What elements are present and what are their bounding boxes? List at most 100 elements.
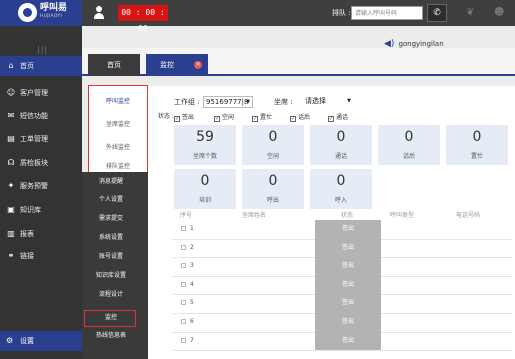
settings-menu-item[interactable]: 流程设计 <box>82 285 140 305</box>
report-icon: ▥ <box>7 229 15 238</box>
sidebar-item-label: 质检板块 <box>20 159 48 167</box>
row-checkbox[interactable] <box>181 300 186 306</box>
row-index: 2 <box>190 243 194 251</box>
stat-card: 0 呼入 <box>310 169 372 209</box>
settings-menu-item[interactable]: 个人设置 <box>82 190 140 210</box>
sidebar-item-label: 报表 <box>20 230 34 238</box>
status-checkbox-label: 通话 <box>336 114 349 121</box>
sidebar-item-alert[interactable]: ✦ 服务预警 <box>0 176 82 196</box>
status-checkbox[interactable]: ✓ 签出 <box>174 113 194 123</box>
agent-select[interactable]: 请选择 ▼ <box>303 96 353 108</box>
agent-filter-label: 坐席 : <box>274 98 293 106</box>
stat-value: 0 <box>472 129 482 145</box>
top-bar: 呼叫易 HUJIAOYI 00 : 00 : 00 排队 : 0 ✆ ❦ ☻ <box>0 0 515 33</box>
settings-menu-item[interactable]: 系统设置 <box>82 228 140 248</box>
close-tab-icon[interactable]: × <box>194 61 202 69</box>
sidebar-item-label: 设置 <box>20 337 34 345</box>
checkbox-checked-icon: ✓ <box>252 116 258 122</box>
tab-home[interactable]: 首页 <box>88 54 140 76</box>
row-checkbox[interactable] <box>181 244 186 250</box>
submenu-item[interactable]: 呼叫监控 <box>89 91 147 113</box>
stat-label: 呼出 <box>266 197 279 204</box>
dial-phone-button[interactable]: ✆ <box>427 4 447 22</box>
sidebar-item-label: 首页 <box>20 62 34 70</box>
row-status: 签出 <box>315 331 381 351</box>
row-index: 7 <box>190 336 194 344</box>
stat-value: 0 <box>336 173 346 189</box>
row-status: 签出 <box>315 294 381 313</box>
stat-value: 0 <box>200 173 210 189</box>
row-checkbox[interactable] <box>181 281 186 287</box>
agent-select-value: 请选择 <box>305 97 326 105</box>
table-header: 呼叫类型 <box>390 212 415 219</box>
settings-menu-item[interactable]: 需求提交 <box>82 209 140 229</box>
table-header: 坐席姓名 <box>242 212 267 219</box>
status-checkbox-label: 话后 <box>298 114 311 121</box>
workgroup-select[interactable]: 95169777|8 ▼ <box>203 96 253 108</box>
sidebar-item-headset[interactable]: ☊ 质检板块 <box>0 153 82 173</box>
sms-icon: ✉ <box>7 111 15 120</box>
stat-label: 置忙 <box>470 153 483 160</box>
status-checkbox[interactable]: ✓ 置忙 <box>252 113 272 123</box>
row-checkbox[interactable] <box>181 337 186 343</box>
alert-icon: ✦ <box>7 181 15 190</box>
sidebar-item-customer[interactable]: ☺ 客户管理 <box>0 83 82 103</box>
status-checkbox[interactable]: ✓ 话后 <box>290 113 310 123</box>
row-status: 签出 <box>315 257 381 276</box>
sidebar-item-settings[interactable]: ⚙ 设置 <box>0 331 82 351</box>
status-icon[interactable]: ❦ <box>466 5 474 21</box>
link-icon: ⚭ <box>7 251 15 260</box>
settings-menu-item[interactable]: 账号设置 <box>82 247 140 267</box>
sidebar-item-knowledge[interactable]: ▣ 知识库 <box>0 200 82 220</box>
user-icon[interactable] <box>94 6 104 19</box>
sidebar-item-home[interactable]: ⌂ 首页 <box>0 56 82 76</box>
stat-card: 0 话后 <box>378 125 440 165</box>
submenu-item[interactable]: 坐席监控 <box>89 114 147 136</box>
status-checkbox-label: 签出 <box>182 114 195 121</box>
settings-menu-item[interactable]: 监控 <box>82 308 140 328</box>
app-frame: 呼叫易 HUJIAOYI 00 : 00 : 00 排队 : 0 ✆ ❦ ☻ |… <box>0 0 515 359</box>
settings-menu-item[interactable]: 知识库设置 <box>82 266 140 286</box>
row-checkbox[interactable] <box>181 263 186 269</box>
row-divider <box>172 350 512 352</box>
gear-icon: ⚙ <box>6 336 14 345</box>
headset-icon: ☊ <box>7 158 15 167</box>
sidebar-item-link[interactable]: ⚭ 链接 <box>0 246 82 266</box>
stat-value: 0 <box>268 173 278 189</box>
row-index: 3 <box>190 262 194 270</box>
phone-icon: ✆ <box>433 8 441 18</box>
menu-grid-icon[interactable]: ||| <box>37 45 48 54</box>
sidebar: ||| ⌂ 首页 ☺ 客户管理 ✉ 短信功能 ▤ 工单管理 ☊ 质检板块 ✦ 服务预警 ▣ 知识库 ▥ 报表 ⚭… <box>0 26 82 359</box>
dial-number-input[interactable] <box>351 6 423 20</box>
ticket-icon: ▤ <box>7 134 15 143</box>
workgroup-value: 95169777|8 <box>206 98 249 106</box>
tab-monitor-label: 监控 <box>160 61 174 69</box>
status-checkbox[interactable]: ✓ 空闲 <box>214 113 234 123</box>
tab-bar: 首页 监控 × <box>82 48 515 76</box>
status-checkbox[interactable]: ✓ 通话 <box>328 113 348 123</box>
stat-label: 呼入 <box>334 197 347 204</box>
stat-value: 0 <box>404 129 414 145</box>
settings-menu-item[interactable]: 热线信息表 <box>82 326 140 346</box>
row-index: 1 <box>190 225 194 232</box>
sidebar-item-report[interactable]: ▥ 报表 <box>0 224 82 244</box>
sidebar-item-ticket[interactable]: ▤ 工单管理 <box>0 129 82 149</box>
stat-label: 坐席个数 <box>192 153 217 160</box>
team-icon[interactable]: ☻ <box>494 5 504 21</box>
status-checkbox-label: 置忙 <box>260 114 273 121</box>
table-header: 状态 <box>341 212 354 219</box>
logo[interactable]: 呼叫易 HUJIAOYI <box>0 0 82 26</box>
sidebar-item-label: 链接 <box>20 252 34 260</box>
row-status: 签出 <box>315 220 381 239</box>
row-index: 5 <box>190 299 194 307</box>
stat-card: 0 置忙 <box>446 125 508 165</box>
stat-card: 0 空闲 <box>242 125 304 165</box>
tab-monitor[interactable]: 监控 × <box>146 54 208 76</box>
row-checkbox[interactable] <box>181 226 186 231</box>
stat-label: 培训 <box>198 197 211 204</box>
row-checkbox[interactable] <box>181 319 186 324</box>
settings-menu-item[interactable]: 消息提醒 <box>82 172 140 192</box>
workgroup-label: 工作组 : <box>174 98 200 106</box>
sidebar-item-sms[interactable]: ✉ 短信功能 <box>0 106 82 126</box>
stat-card: 0 培训 <box>174 169 236 209</box>
